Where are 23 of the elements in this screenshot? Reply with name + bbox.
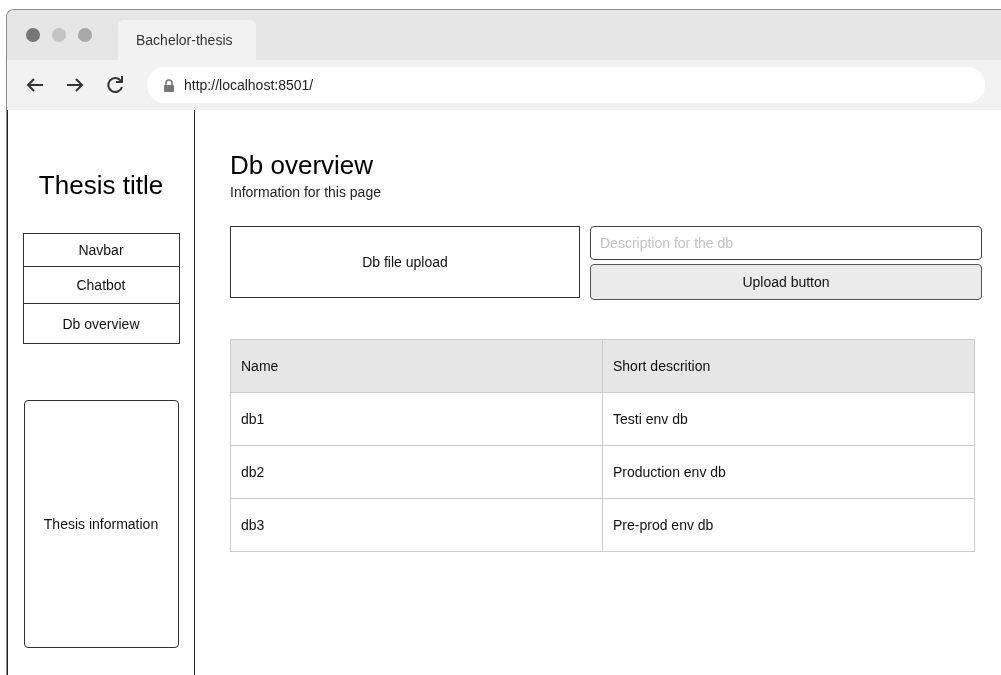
table-cell: db1 bbox=[230, 392, 603, 446]
table-cell: db3 bbox=[230, 498, 603, 552]
page-title: Db overview bbox=[230, 150, 375, 180]
window-control-icon[interactable] bbox=[26, 28, 40, 42]
description-field[interactable]: Description for the db bbox=[590, 226, 982, 260]
address-bar[interactable]: http://localhost:8501/ bbox=[147, 67, 985, 103]
column-header: Name bbox=[230, 339, 603, 393]
upload-button[interactable]: Upload button bbox=[590, 264, 982, 300]
column-header: Short descrition bbox=[602, 339, 975, 393]
sidebar-title: Thesis title bbox=[38, 170, 164, 200]
file-upload-area[interactable]: Db file upload bbox=[230, 226, 580, 298]
nav-item[interactable]: Navbar bbox=[23, 234, 179, 266]
table-cell: Testi env db bbox=[602, 392, 975, 446]
browser-tab[interactable]: Bachelor-thesis bbox=[118, 20, 256, 60]
thesis-information: Thesis information bbox=[43, 516, 159, 532]
table-cell: Pre-prod env db bbox=[602, 498, 975, 552]
page-subtitle: Information for this page bbox=[230, 184, 382, 200]
url-text: http://localhost:8501/ bbox=[184, 77, 314, 93]
nav-item[interactable]: Db overview bbox=[23, 303, 179, 343]
table-cell: db2 bbox=[230, 445, 603, 499]
nav-item[interactable]: Chatbot bbox=[23, 266, 179, 303]
lock-icon bbox=[164, 78, 174, 92]
table-cell: Production env db bbox=[602, 445, 975, 499]
